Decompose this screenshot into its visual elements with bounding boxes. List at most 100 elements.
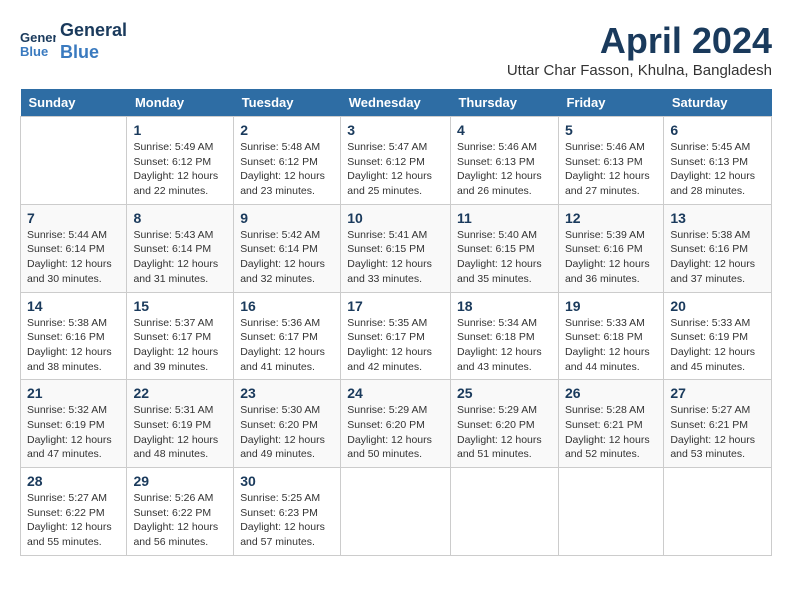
calendar-cell: 18 Sunrise: 5:34 AM Sunset: 6:18 PM Dayli… — [450, 292, 558, 380]
calendar-cell: 12Sunrise: 5:39 AM Sunset: 6:16 PM Dayli… — [558, 204, 663, 292]
logo: General Blue General Blue — [20, 20, 127, 63]
day-info: Sunrise: 5:39 AM Sunset: 6:16 PM Dayligh… — [565, 228, 657, 287]
column-header-sunday: Sunday — [21, 89, 127, 117]
calendar-cell: 19 Sunrise: 5:33 AM Sunset: 6:18 PM Dayli… — [558, 292, 663, 380]
calendar-week-2: 7Sunrise: 5:44 AM Sunset: 6:14 PM Daylig… — [21, 204, 772, 292]
day-number: 7 — [27, 210, 120, 226]
day-number: 29 — [133, 473, 227, 489]
day-info: Sunrise: 5:42 AM Sunset: 6:14 PM Dayligh… — [240, 228, 334, 287]
calendar-cell: 28 Sunrise: 5:27 AM Sunset: 6:22 PM Dayli… — [21, 468, 127, 556]
day-number: 6 — [670, 122, 765, 138]
location-subtitle: Uttar Char Fasson, Khulna, Bangladesh — [507, 62, 772, 79]
day-info: Sunrise: 5:30 AM Sunset: 6:20 PM Dayligh… — [240, 403, 334, 462]
day-info: Sunrise: 5:37 AM Sunset: 6:17 PM Dayligh… — [133, 316, 227, 375]
day-number: 18 — [457, 298, 552, 314]
calendar-cell — [21, 117, 127, 205]
page-header: General Blue General Blue April 2024 Utt… — [20, 20, 772, 79]
day-number: 10 — [347, 210, 444, 226]
column-header-tuesday: Tuesday — [234, 89, 341, 117]
day-number: 17 — [347, 298, 444, 314]
day-info: Sunrise: 5:26 AM Sunset: 6:22 PM Dayligh… — [133, 491, 227, 550]
column-header-saturday: Saturday — [664, 89, 772, 117]
day-number: 8 — [133, 210, 227, 226]
day-number: 16 — [240, 298, 334, 314]
calendar-cell: 21 Sunrise: 5:32 AM Sunset: 6:19 PM Dayli… — [21, 380, 127, 468]
day-info: Sunrise: 5:41 AM Sunset: 6:15 PM Dayligh… — [347, 228, 444, 287]
day-info: Sunrise: 5:47 AM Sunset: 6:12 PM Dayligh… — [347, 140, 444, 199]
day-number: 23 — [240, 385, 334, 401]
calendar-week-1: 1 Sunrise: 5:49 AM Sunset: 6:12 PM Daylig… — [21, 117, 772, 205]
calendar-cell — [341, 468, 451, 556]
calendar-cell: 4 Sunrise: 5:46 AM Sunset: 6:13 PM Daylig… — [450, 117, 558, 205]
calendar-cell: 15 Sunrise: 5:37 AM Sunset: 6:17 PM Dayli… — [127, 292, 234, 380]
day-number: 15 — [133, 298, 227, 314]
logo-text: General Blue — [60, 20, 127, 63]
title-block: April 2024 Uttar Char Fasson, Khulna, Ba… — [507, 20, 772, 79]
calendar-cell: 14 Sunrise: 5:38 AM Sunset: 6:16 PM Dayli… — [21, 292, 127, 380]
day-number: 25 — [457, 385, 552, 401]
day-number: 19 — [565, 298, 657, 314]
calendar-cell: 1 Sunrise: 5:49 AM Sunset: 6:12 PM Daylig… — [127, 117, 234, 205]
calendar-week-4: 21 Sunrise: 5:32 AM Sunset: 6:19 PM Dayli… — [21, 380, 772, 468]
column-header-wednesday: Wednesday — [341, 89, 451, 117]
calendar-cell: 26 Sunrise: 5:28 AM Sunset: 6:21 PM Dayli… — [558, 380, 663, 468]
day-info: Sunrise: 5:36 AM Sunset: 6:17 PM Dayligh… — [240, 316, 334, 375]
calendar-cell: 16 Sunrise: 5:36 AM Sunset: 6:17 PM Dayli… — [234, 292, 341, 380]
calendar-cell: 8Sunrise: 5:43 AM Sunset: 6:14 PM Daylig… — [127, 204, 234, 292]
calendar-cell: 30 Sunrise: 5:25 AM Sunset: 6:23 PM Dayli… — [234, 468, 341, 556]
day-info: Sunrise: 5:35 AM Sunset: 6:17 PM Dayligh… — [347, 316, 444, 375]
calendar-cell — [558, 468, 663, 556]
day-number: 2 — [240, 122, 334, 138]
day-number: 26 — [565, 385, 657, 401]
month-title: April 2024 — [507, 20, 772, 62]
day-number: 3 — [347, 122, 444, 138]
day-number: 1 — [133, 122, 227, 138]
day-number: 27 — [670, 385, 765, 401]
day-info: Sunrise: 5:31 AM Sunset: 6:19 PM Dayligh… — [133, 403, 227, 462]
calendar-cell: 5Sunrise: 5:46 AM Sunset: 6:13 PM Daylig… — [558, 117, 663, 205]
calendar-cell: 20Sunrise: 5:33 AM Sunset: 6:19 PM Dayli… — [664, 292, 772, 380]
logo-icon: General Blue — [20, 24, 56, 60]
day-info: Sunrise: 5:46 AM Sunset: 6:13 PM Dayligh… — [457, 140, 552, 199]
day-number: 24 — [347, 385, 444, 401]
column-header-friday: Friday — [558, 89, 663, 117]
calendar-cell: 17 Sunrise: 5:35 AM Sunset: 6:17 PM Dayli… — [341, 292, 451, 380]
day-info: Sunrise: 5:34 AM Sunset: 6:18 PM Dayligh… — [457, 316, 552, 375]
calendar-week-5: 28 Sunrise: 5:27 AM Sunset: 6:22 PM Dayli… — [21, 468, 772, 556]
day-info: Sunrise: 5:38 AM Sunset: 6:16 PM Dayligh… — [27, 316, 120, 375]
calendar-cell: 3 Sunrise: 5:47 AM Sunset: 6:12 PM Daylig… — [341, 117, 451, 205]
day-number: 4 — [457, 122, 552, 138]
column-header-thursday: Thursday — [450, 89, 558, 117]
day-info: Sunrise: 5:25 AM Sunset: 6:23 PM Dayligh… — [240, 491, 334, 550]
calendar-week-3: 14 Sunrise: 5:38 AM Sunset: 6:16 PM Dayli… — [21, 292, 772, 380]
day-info: Sunrise: 5:29 AM Sunset: 6:20 PM Dayligh… — [457, 403, 552, 462]
day-info: Sunrise: 5:27 AM Sunset: 6:21 PM Dayligh… — [670, 403, 765, 462]
calendar-cell: 6 Sunrise: 5:45 AM Sunset: 6:13 PM Daylig… — [664, 117, 772, 205]
day-number: 22 — [133, 385, 227, 401]
day-number: 13 — [670, 210, 765, 226]
calendar-header: SundayMondayTuesdayWednesdayThursdayFrid… — [21, 89, 772, 117]
day-number: 20 — [670, 298, 765, 314]
calendar-cell — [664, 468, 772, 556]
day-info: Sunrise: 5:28 AM Sunset: 6:21 PM Dayligh… — [565, 403, 657, 462]
day-info: Sunrise: 5:27 AM Sunset: 6:22 PM Dayligh… — [27, 491, 120, 550]
day-info: Sunrise: 5:46 AM Sunset: 6:13 PM Dayligh… — [565, 140, 657, 199]
column-header-monday: Monday — [127, 89, 234, 117]
day-info: Sunrise: 5:40 AM Sunset: 6:15 PM Dayligh… — [457, 228, 552, 287]
day-number: 21 — [27, 385, 120, 401]
day-number: 11 — [457, 210, 552, 226]
calendar-cell: 7Sunrise: 5:44 AM Sunset: 6:14 PM Daylig… — [21, 204, 127, 292]
calendar-table: SundayMondayTuesdayWednesdayThursdayFrid… — [20, 89, 772, 556]
svg-text:Blue: Blue — [20, 44, 48, 59]
day-info: Sunrise: 5:29 AM Sunset: 6:20 PM Dayligh… — [347, 403, 444, 462]
day-number: 28 — [27, 473, 120, 489]
day-info: Sunrise: 5:32 AM Sunset: 6:19 PM Dayligh… — [27, 403, 120, 462]
calendar-cell: 27 Sunrise: 5:27 AM Sunset: 6:21 PM Dayli… — [664, 380, 772, 468]
day-info: Sunrise: 5:45 AM Sunset: 6:13 PM Dayligh… — [670, 140, 765, 199]
day-info: Sunrise: 5:49 AM Sunset: 6:12 PM Dayligh… — [133, 140, 227, 199]
calendar-cell: 13Sunrise: 5:38 AM Sunset: 6:16 PM Dayli… — [664, 204, 772, 292]
day-info: Sunrise: 5:33 AM Sunset: 6:18 PM Dayligh… — [565, 316, 657, 375]
svg-text:General: General — [20, 30, 56, 45]
day-number: 14 — [27, 298, 120, 314]
day-number: 30 — [240, 473, 334, 489]
